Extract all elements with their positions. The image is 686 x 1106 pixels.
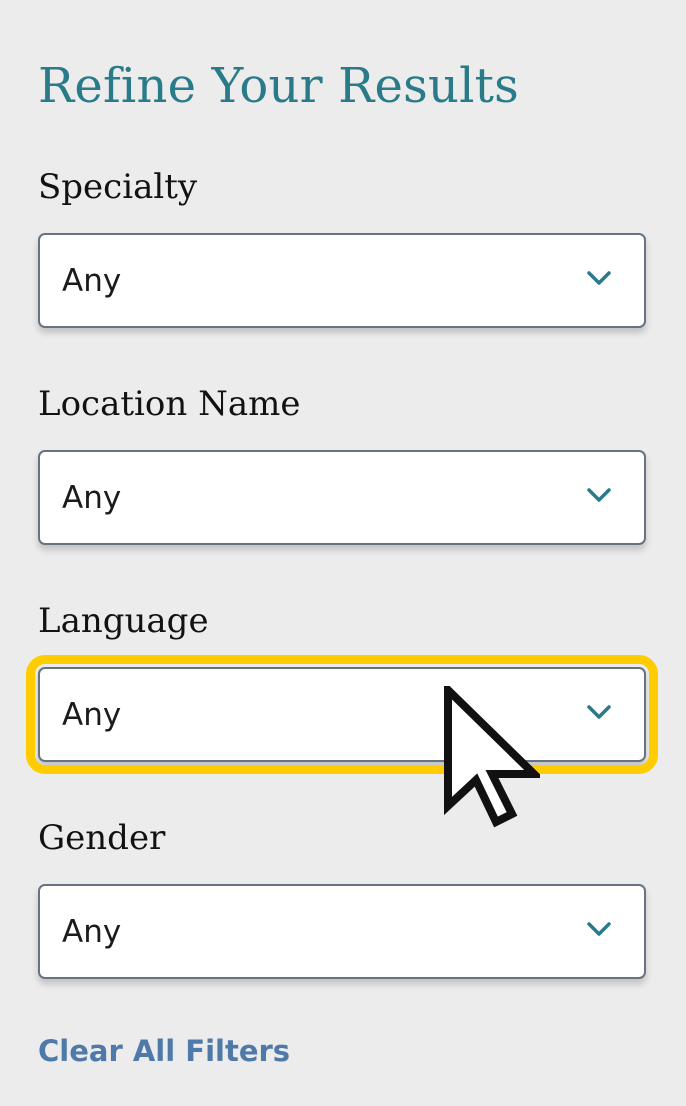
specialty-selected-value: Any: [62, 263, 122, 299]
clear-all-filters-link[interactable]: Clear All Filters: [38, 1030, 290, 1072]
location-name-label: Location Name: [38, 384, 301, 424]
specialty-label: Specialty: [38, 167, 198, 207]
language-selected-value: Any: [62, 697, 122, 733]
gender-selected-value: Any: [62, 914, 122, 950]
gender-select[interactable]: Any: [38, 884, 646, 979]
gender-label: Gender: [38, 818, 166, 858]
panel-title: Refine Your Results: [38, 58, 519, 114]
location-name-selected-value: Any: [62, 480, 122, 516]
filter-panel: Refine Your Results Specialty Any Locati…: [0, 0, 686, 1106]
chevron-down-icon: [587, 271, 611, 285]
language-select[interactable]: Any: [26, 655, 658, 774]
chevron-down-icon: [587, 488, 611, 502]
chevron-down-icon: [587, 705, 611, 719]
language-label: Language: [38, 601, 209, 641]
specialty-select[interactable]: Any: [38, 233, 646, 328]
location-name-select[interactable]: Any: [38, 450, 646, 545]
chevron-down-icon: [587, 922, 611, 936]
